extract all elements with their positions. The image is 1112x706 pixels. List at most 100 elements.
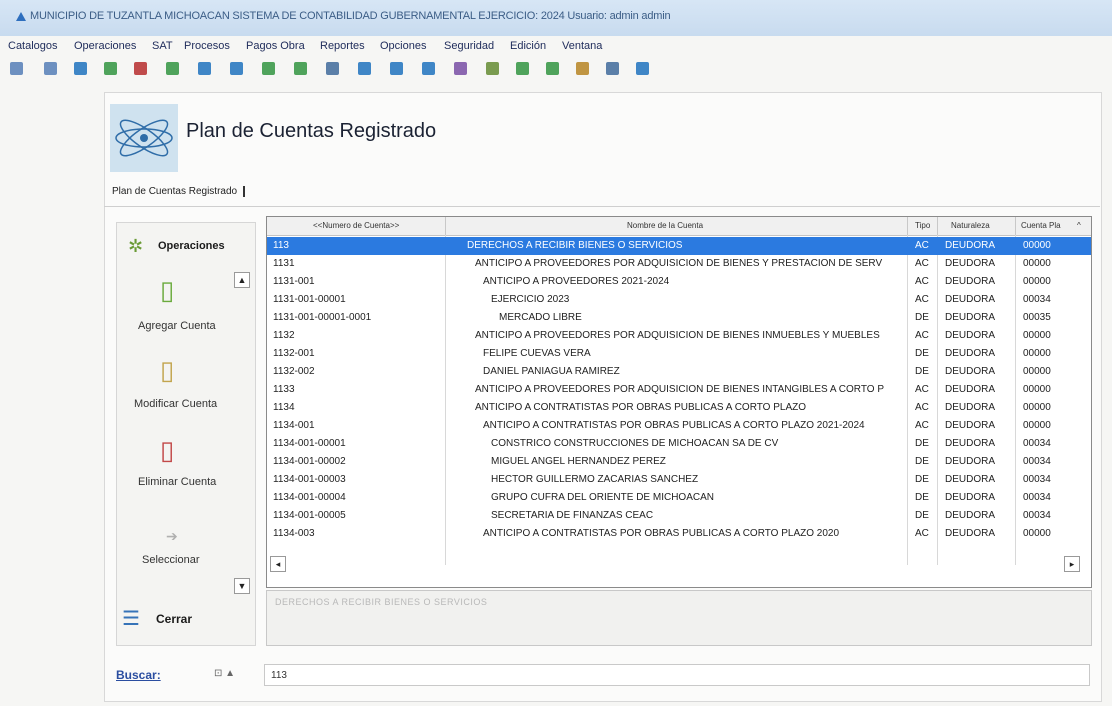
- cell-numero: 1131-001-00001-0001: [273, 312, 372, 323]
- toolbar-icon[interactable]: [10, 62, 23, 75]
- cell-naturaleza: DEUDORA: [945, 528, 996, 539]
- cell-tipo: DE: [915, 510, 929, 521]
- toolbar-icon[interactable]: [326, 62, 339, 75]
- tab-plan-de-cuentas[interactable]: Plan de Cuentas Registrado: [112, 186, 246, 197]
- toolbar-icon[interactable]: [422, 62, 435, 75]
- arrow-icon[interactable]: ➔: [166, 522, 190, 550]
- toolbar-icon[interactable]: [262, 62, 275, 75]
- cell-tipo: AC: [915, 402, 929, 413]
- table-row[interactable]: 113 DERECHOS A RECIBIR BIENES O SERVICIOS…: [267, 237, 1091, 255]
- accounts-grid[interactable]: <<Numero de Cuenta>> Nombre de la Cuenta…: [266, 216, 1092, 588]
- table-row[interactable]: 1132 ANTICIPO A PROVEEDORES POR ADQUISICI…: [267, 327, 1091, 345]
- toolbar-icon[interactable]: [454, 62, 467, 75]
- cell-numero: 1134-001-00001: [273, 438, 346, 449]
- col-tipo[interactable]: Tipo: [915, 221, 935, 230]
- toolbar-icon[interactable]: [44, 62, 57, 75]
- close-button[interactable]: Cerrar: [156, 612, 192, 626]
- toolbar-icon[interactable]: [134, 62, 147, 75]
- page-title: Plan de Cuentas Registrado: [186, 120, 437, 142]
- toolbar-icon[interactable]: [198, 62, 211, 75]
- menu-ventana[interactable]: Ventana: [562, 40, 602, 52]
- table-row[interactable]: 1134-003 ANTICIPO A CONTRATISTAS POR OBRA…: [267, 525, 1091, 543]
- toolbar-icon[interactable]: [606, 62, 619, 75]
- menu-operaciones[interactable]: Operaciones: [74, 40, 136, 52]
- ops-scroll-down-icon[interactable]: ▼: [234, 578, 250, 594]
- delete-account-icon[interactable]: ▯: [160, 436, 184, 464]
- table-row[interactable]: 1132-002 DANIEL PANIAGUA RAMIREZ DE DEUDORA…: [267, 363, 1091, 381]
- cell-nombre: ANTICIPO A CONTRATISTAS POR OBRAS PUBLIC…: [483, 420, 865, 431]
- toolbar-icon[interactable]: [546, 62, 559, 75]
- table-row[interactable]: 1134-001-00003 HECTOR GUILLERMO ZACARIAS …: [267, 471, 1091, 489]
- menu-opciones[interactable]: Opciones: [380, 40, 426, 52]
- menu-edicion[interactable]: Edición: [510, 40, 546, 52]
- col-naturaleza[interactable]: Naturaleza: [951, 221, 1001, 230]
- cell-tipo: AC: [915, 276, 929, 287]
- toolbar-icon[interactable]: [104, 62, 117, 75]
- operations-header: Operaciones: [158, 240, 225, 252]
- search-label: Buscar:: [116, 668, 161, 682]
- cell-naturaleza: DEUDORA: [945, 402, 996, 413]
- toolbar-icon[interactable]: [636, 62, 649, 75]
- operations-gear-icon: ✲: [128, 236, 144, 256]
- grid-scroll-left-icon[interactable]: ◂: [270, 556, 286, 572]
- ops-scroll-up-icon[interactable]: ▲: [234, 272, 250, 288]
- toolbar-icon[interactable]: [74, 62, 87, 75]
- search-input[interactable]: [264, 664, 1090, 686]
- cell-numero: 1131-001: [273, 276, 315, 287]
- table-row[interactable]: 1131 ANTICIPO A PROVEEDORES POR ADQUISICI…: [267, 255, 1091, 273]
- menu-seguridad[interactable]: Seguridad: [444, 40, 494, 52]
- table-row[interactable]: 1131-001-00001 EJERCICIO 2023 AC DEUDORA 000…: [267, 291, 1091, 309]
- table-row[interactable]: 1134 ANTICIPO A CONTRATISTAS POR OBRAS PU…: [267, 399, 1091, 417]
- table-row[interactable]: 1133 ANTICIPO A PROVEEDORES POR ADQUISICI…: [267, 381, 1091, 399]
- cell-tipo: DE: [915, 438, 929, 449]
- col-cuenta-pla[interactable]: Cuenta Pla: [1021, 221, 1071, 230]
- select-button[interactable]: Seleccionar: [142, 554, 199, 566]
- toolbar-icon[interactable]: [576, 62, 589, 75]
- table-row[interactable]: 1134-001-00005 SECRETARIA DE FINANZAS CEA…: [267, 507, 1091, 525]
- search-options-icon[interactable]: ⊡ ▲: [214, 668, 235, 679]
- cell-tipo: AC: [915, 528, 929, 539]
- cell-naturaleza: DEUDORA: [945, 438, 996, 449]
- cell-tipo: AC: [915, 384, 929, 395]
- col-nombre-cuenta[interactable]: Nombre de la Cuenta: [627, 221, 827, 230]
- sort-up-icon[interactable]: ^: [1077, 221, 1087, 230]
- table-row[interactable]: 1134-001-00001 CONSTRICO CONSTRUCCIONES D…: [267, 435, 1091, 453]
- table-row[interactable]: 1131-001-00001-0001 MERCADO LIBRE DE DEUDOR…: [267, 309, 1091, 327]
- edit-account-button[interactable]: Modificar Cuenta: [134, 398, 217, 410]
- add-account-icon[interactable]: ▯: [160, 276, 184, 304]
- toolbar-icon[interactable]: [294, 62, 307, 75]
- cell-naturaleza: DEUDORA: [945, 420, 996, 431]
- cell-nombre: ANTICIPO A PROVEEDORES POR ADQUISICION D…: [475, 258, 883, 269]
- menu-pagos-obra[interactable]: Pagos Obra: [246, 40, 305, 52]
- window-title: MUNICIPIO DE TUZANTLA MICHOACAN SISTEMA …: [30, 10, 671, 22]
- menu-sat[interactable]: SAT: [152, 40, 173, 52]
- tab-bar: [104, 178, 1100, 207]
- cell-naturaleza: DEUDORA: [945, 258, 996, 269]
- table-row[interactable]: 1134-001-00002 MIGUEL ANGEL HERNANDEZ PER…: [267, 453, 1091, 471]
- close-icon[interactable]: ☰: [122, 606, 140, 631]
- toolbar-icon[interactable]: [390, 62, 403, 75]
- add-account-button[interactable]: Agregar Cuenta: [138, 320, 216, 332]
- delete-account-button[interactable]: Eliminar Cuenta: [138, 476, 216, 488]
- cell-numero: 1134-001: [273, 420, 315, 431]
- menu-reportes[interactable]: Reportes: [320, 40, 365, 52]
- edit-account-icon[interactable]: ▯: [160, 356, 184, 384]
- menu-catalogos[interactable]: Catalogos: [8, 40, 58, 52]
- toolbar-icon[interactable]: [166, 62, 179, 75]
- toolbar-icon[interactable]: [516, 62, 529, 75]
- cell-cuenta-pla: 00034: [1023, 492, 1051, 503]
- grid-scroll-right-icon[interactable]: ▸: [1064, 556, 1080, 572]
- table-row[interactable]: 1131-001 ANTICIPO A PROVEEDORES 2021-2024…: [267, 273, 1091, 291]
- menu-procesos[interactable]: Procesos: [184, 40, 230, 52]
- cell-nombre: ANTICIPO A PROVEEDORES POR ADQUISICION D…: [475, 330, 880, 341]
- toolbar-icon[interactable]: [230, 62, 243, 75]
- col-numero-cuenta[interactable]: <<Numero de Cuenta>>: [313, 221, 443, 230]
- toolbar-icon[interactable]: [486, 62, 499, 75]
- toolbar-icon[interactable]: [358, 62, 371, 75]
- cell-cuenta-pla: 00000: [1023, 258, 1051, 269]
- cell-cuenta-pla: 00000: [1023, 240, 1051, 251]
- table-row[interactable]: 1134-001 ANTICIPO A CONTRATISTAS POR OBRA…: [267, 417, 1091, 435]
- table-row[interactable]: 1134-001-00004 GRUPO CUFRA DEL ORIENTE DE…: [267, 489, 1091, 507]
- table-row[interactable]: 1132-001 FELIPE CUEVAS VERA DE DEUDORA 00000: [267, 345, 1091, 363]
- cell-tipo: AC: [915, 420, 929, 431]
